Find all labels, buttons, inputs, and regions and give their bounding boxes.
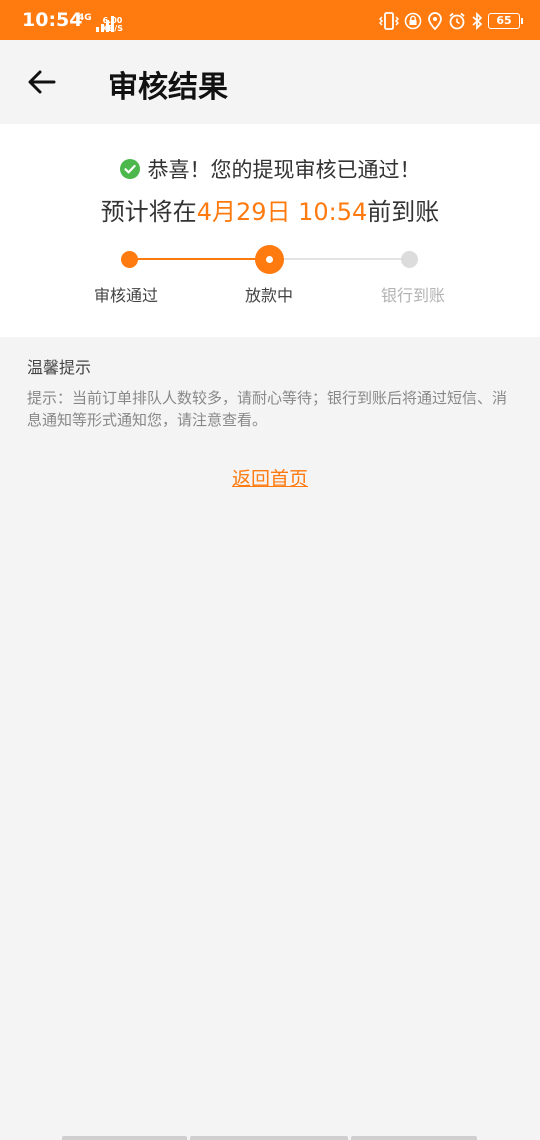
- progress-line-done: [130, 258, 269, 260]
- arrow-left-icon[interactable]: [24, 64, 60, 100]
- nav-segment: [351, 1136, 477, 1140]
- eta-prefix: 预计将在: [100, 198, 197, 226]
- step-dot-done: [121, 251, 138, 268]
- speed-unit: KB/S: [102, 24, 123, 33]
- header: 审核结果: [0, 40, 540, 124]
- home-link-row: 返回首页: [0, 464, 540, 491]
- eta-time: 4月29日 10:54: [196, 198, 368, 226]
- location-icon: [428, 12, 442, 30]
- lock-rotation-icon: [404, 12, 422, 30]
- eta-row: 预计将在4月29日 10:54前到账: [0, 192, 540, 227]
- network-tag: 4G: [78, 13, 92, 23]
- status-time: 10:54: [22, 9, 83, 31]
- status-icons: 65: [379, 11, 523, 31]
- progress-steps: 审核通过 放款中 银行到账: [0, 245, 540, 316]
- nav-segment: [190, 1136, 348, 1140]
- nav-segment: [62, 1136, 187, 1140]
- bottom-nav-indicator: [62, 1136, 477, 1140]
- vibrate-icon: [379, 12, 399, 30]
- step-label-bank-received: 银行到账: [380, 286, 445, 305]
- check-circle-icon: [119, 159, 140, 179]
- network-speed: 6.00 KB/S: [102, 17, 123, 33]
- bluetooth-icon: [472, 12, 483, 30]
- step-dot-current: [255, 245, 284, 274]
- result-card: 恭喜！您的提现审核已通过！ 预计将在4月29日 10:54前到账 审核通过 放款…: [0, 124, 540, 337]
- step-label-disbursing: 放款中: [244, 286, 293, 305]
- page-title: 审核结果: [108, 70, 228, 105]
- step-dot-pending: [401, 251, 418, 268]
- return-home-link[interactable]: 返回首页: [232, 468, 308, 490]
- step-label-approved: 审核通过: [93, 286, 158, 305]
- status-bar: 10:54 4G 6.00 KB/S 65: [0, 0, 540, 40]
- alarm-icon: [449, 12, 465, 30]
- battery-icon: 65: [488, 13, 523, 29]
- congrats-row: 恭喜！您的提现审核已通过！: [0, 154, 540, 184]
- progress-line-pending: [269, 258, 409, 260]
- tips-body: 提示：当前订单排队人数较多，请耐心等待；银行到账后将通过短信、消息通知等形式通知…: [27, 389, 508, 429]
- eta-suffix: 前到账: [367, 198, 440, 226]
- congrats-text: 恭喜！您的提现审核已通过！: [147, 158, 421, 182]
- tips-title: 温馨提示: [27, 358, 92, 377]
